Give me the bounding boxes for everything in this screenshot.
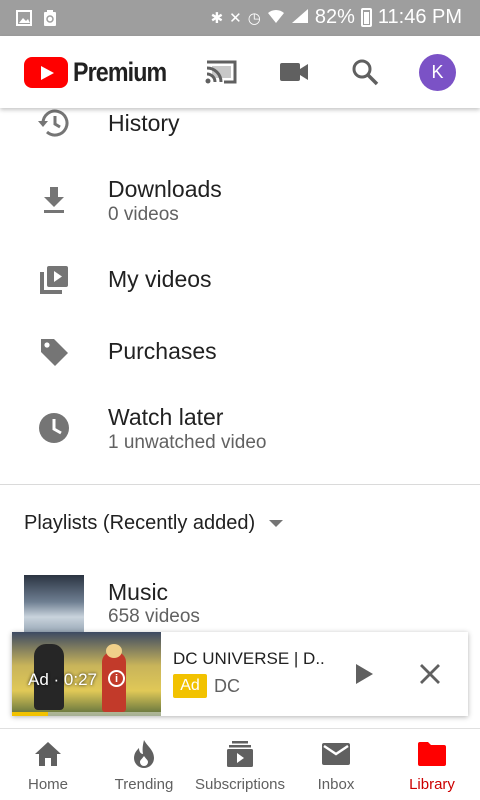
- mini-player-title: DC UNIVERSE | D..: [173, 649, 325, 668]
- nav-label: Trending: [114, 776, 174, 793]
- battery-icon: [360, 8, 372, 27]
- library-item-subtitle: 1 unwatched video: [108, 432, 267, 453]
- library-item-purchases[interactable]: Purchases: [0, 334, 480, 374]
- signal-icon: [291, 8, 309, 28]
- nav-inbox[interactable]: Inbox: [288, 729, 384, 800]
- playlists-header: Playlists (Recently added): [24, 512, 256, 534]
- library-item-label: Downloads: [108, 176, 222, 202]
- play-icon: [356, 664, 373, 684]
- camera-icon: [280, 63, 308, 81]
- app-bar: Premium K: [0, 36, 480, 108]
- mini-player-thumbnail[interactable]: Ad · 0:27 i: [12, 632, 161, 716]
- mute-icon: ✕: [229, 9, 242, 27]
- library-item-history[interactable]: History: [0, 108, 480, 148]
- library-item-subtitle: 0 videos: [108, 204, 179, 225]
- subscriptions-icon: [224, 739, 256, 769]
- playlists-sort-dropdown[interactable]: Playlists (Recently added): [24, 512, 284, 535]
- nav-home[interactable]: Home: [0, 729, 96, 800]
- notification-icons: [16, 9, 58, 27]
- ad-info-icon[interactable]: i: [108, 670, 125, 687]
- library-item-label: Watch later: [108, 404, 224, 430]
- close-icon: [420, 664, 440, 684]
- youtube-logo-icon: [24, 57, 68, 88]
- image-notification-icon: [16, 9, 32, 27]
- playlist-subtitle: 658 videos: [108, 606, 200, 627]
- alarm-icon: ◷: [247, 9, 261, 27]
- library-item-my-videos[interactable]: My videos: [0, 262, 480, 302]
- ad-progress-fill: [12, 712, 48, 716]
- tag-icon: [36, 334, 72, 370]
- section-divider: [0, 484, 480, 485]
- trending-icon: [128, 739, 160, 769]
- library-item-label: My videos: [108, 266, 212, 292]
- library-item-downloads[interactable]: Downloads 0 videos: [0, 172, 480, 232]
- library-icon: [416, 739, 448, 769]
- play-button[interactable]: [350, 660, 378, 688]
- cast-icon: [205, 60, 237, 84]
- ad-progress-bar: [12, 712, 161, 716]
- nav-label: Inbox: [317, 776, 355, 793]
- playlist-thumbnail: [24, 575, 84, 635]
- library-item-label: History: [108, 110, 180, 136]
- playlist-title: Music: [108, 579, 169, 605]
- bluetooth-icon: ✱: [210, 9, 224, 27]
- search-button[interactable]: [347, 54, 383, 90]
- ad-countdown: Ad · 0:27: [28, 670, 97, 689]
- dropdown-caret-icon: [269, 520, 284, 527]
- library-item-watch-later[interactable]: Watch later 1 unwatched video: [0, 400, 480, 460]
- ad-badge: Ad: [173, 674, 207, 698]
- history-icon: [36, 105, 72, 141]
- nav-library[interactable]: Library: [384, 729, 480, 800]
- nav-label: Subscriptions: [194, 776, 286, 793]
- nav-subscriptions[interactable]: Subscriptions: [192, 729, 288, 800]
- inbox-icon: [320, 739, 352, 769]
- nav-label: Home: [27, 776, 68, 793]
- mini-player-channel: DC: [214, 676, 240, 696]
- system-status: ✱ ✕ ◷ 82% 11:46 PM: [211, 6, 462, 29]
- close-button[interactable]: [416, 660, 444, 688]
- logo-text: Premium: [73, 57, 167, 87]
- mini-player[interactable]: Ad · 0:27 i DC UNIVERSE | D.. Ad DC: [12, 632, 468, 716]
- my-videos-icon: [36, 262, 72, 298]
- clock-icon: [36, 410, 72, 446]
- home-icon: [32, 739, 64, 769]
- bottom-navigation: Home Trending Subscriptions Inbox Librar…: [0, 728, 480, 800]
- account-avatar[interactable]: K: [419, 54, 456, 91]
- search-icon: [352, 59, 379, 86]
- nav-label: Library: [409, 776, 455, 793]
- playlist-item-music[interactable]: Music 658 videos: [0, 575, 480, 635]
- wifi-icon: [267, 8, 285, 28]
- library-item-label: Purchases: [108, 338, 217, 364]
- youtube-premium-logo[interactable]: Premium: [24, 57, 182, 88]
- cast-button[interactable]: [203, 54, 239, 90]
- battery-percent: 82%: [314, 6, 355, 28]
- camera-button[interactable]: [276, 54, 312, 90]
- status-bar: ✱ ✕ ◷ 82% 11:46 PM: [0, 0, 480, 36]
- nav-trending[interactable]: Trending: [96, 729, 192, 800]
- clock-time: 11:46 PM: [377, 6, 462, 28]
- recycle-notification-icon: [42, 9, 58, 27]
- download-icon: [36, 182, 72, 218]
